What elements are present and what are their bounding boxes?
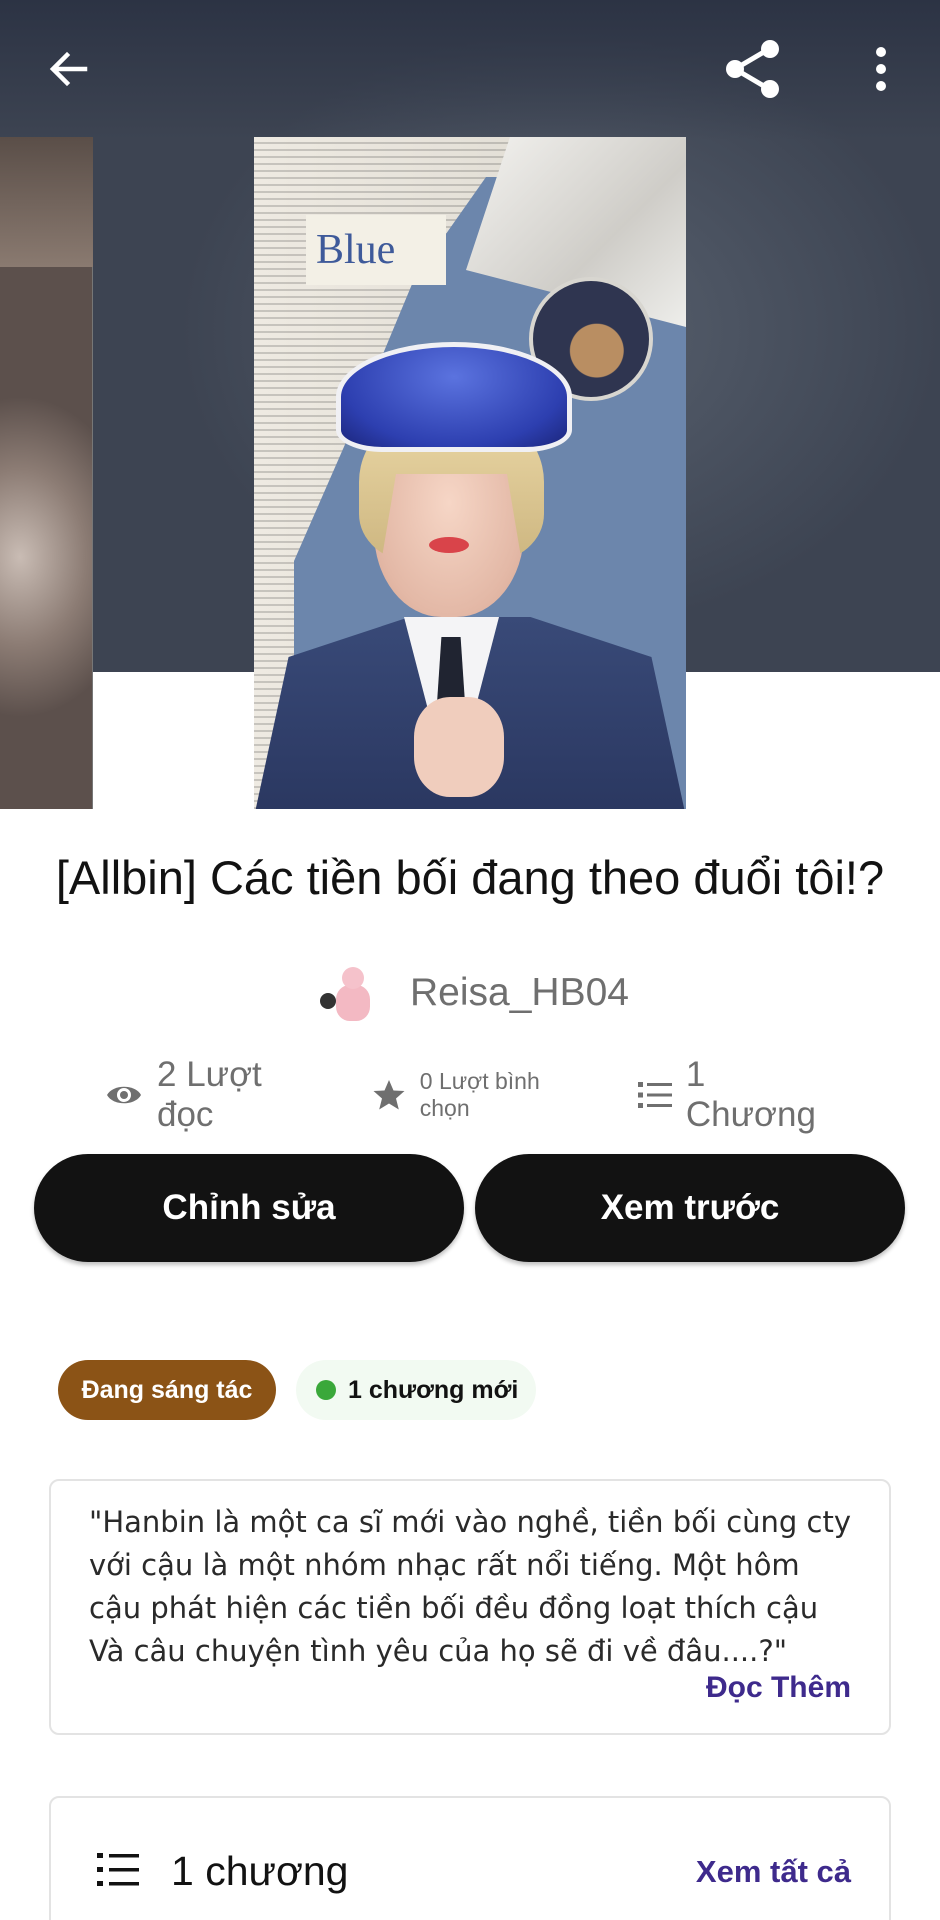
back-button[interactable] bbox=[30, 30, 108, 108]
more-options-button[interactable] bbox=[846, 30, 916, 108]
author-row[interactable]: Reisa_HB04 bbox=[316, 958, 629, 1028]
chapters-count: 1 Chương bbox=[685, 1055, 816, 1134]
chapters-card[interactable]: 1 chương Xem tất cả bbox=[49, 1796, 891, 1920]
read-more-link[interactable]: Đọc Thêm bbox=[706, 1671, 851, 1705]
description-text: "Hanbin là một ca sĩ mới vào nghề, tiền … bbox=[89, 1505, 852, 1668]
avatar[interactable] bbox=[316, 959, 384, 1027]
story-cover[interactable]: Blue bbox=[254, 137, 686, 809]
author-name[interactable]: Reisa_HB04 bbox=[410, 971, 629, 1015]
status-badge: Đang sáng tác bbox=[58, 1360, 276, 1420]
reads-count: 2 Lượt đọc bbox=[157, 1055, 262, 1134]
share-button[interactable] bbox=[712, 30, 794, 108]
share-icon bbox=[726, 40, 779, 98]
eye-icon bbox=[107, 1086, 141, 1104]
preview-button[interactable]: Xem trước bbox=[475, 1154, 905, 1262]
votes-count: 0 Lượt bình chọn bbox=[419, 1068, 540, 1121]
more-vertical-icon bbox=[876, 47, 886, 91]
arrow-left-icon bbox=[49, 51, 88, 87]
chapters-label: 1 chương bbox=[171, 1848, 349, 1894]
new-chapters-label: 1 chương mới bbox=[348, 1375, 519, 1404]
cover-label: Blue bbox=[306, 215, 446, 285]
star-icon bbox=[373, 1080, 405, 1110]
reads-stat: 2 Lượt đọc bbox=[105, 1055, 328, 1135]
previous-cover-thumbnail[interactable] bbox=[0, 137, 93, 809]
edit-button[interactable]: Chỉnh sửa bbox=[34, 1154, 464, 1262]
story-title: [Allbin] Các tiền bối đang theo đuổi tôi… bbox=[55, 851, 885, 904]
see-all-link[interactable]: Xem tất cả bbox=[696, 1854, 851, 1890]
list-icon bbox=[637, 1082, 672, 1108]
description-card: "Hanbin là một ca sĩ mới vào nghề, tiền … bbox=[49, 1479, 891, 1735]
story-stats: 2 Lượt đọc 0 Lượt bình chọn 1 Chương bbox=[105, 1055, 845, 1134]
green-dot-icon bbox=[316, 1380, 336, 1400]
chapters-stat: 1 Chương bbox=[637, 1055, 845, 1135]
list-icon bbox=[97, 1853, 139, 1886]
votes-stat: 0 Lượt bình chọn bbox=[372, 1068, 596, 1122]
new-chapters-badge: 1 chương mới bbox=[296, 1360, 536, 1420]
